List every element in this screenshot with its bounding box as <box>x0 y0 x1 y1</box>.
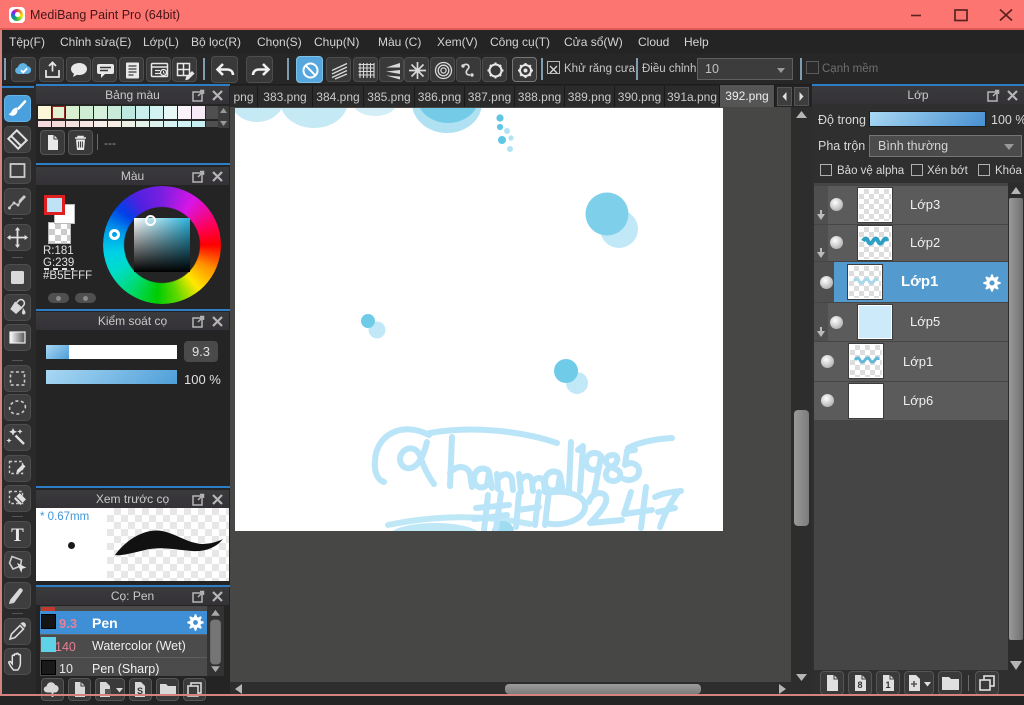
svg-text:8: 8 <box>857 680 862 690</box>
svg-text:1: 1 <box>885 680 890 690</box>
svg-text:T: T <box>11 525 24 546</box>
